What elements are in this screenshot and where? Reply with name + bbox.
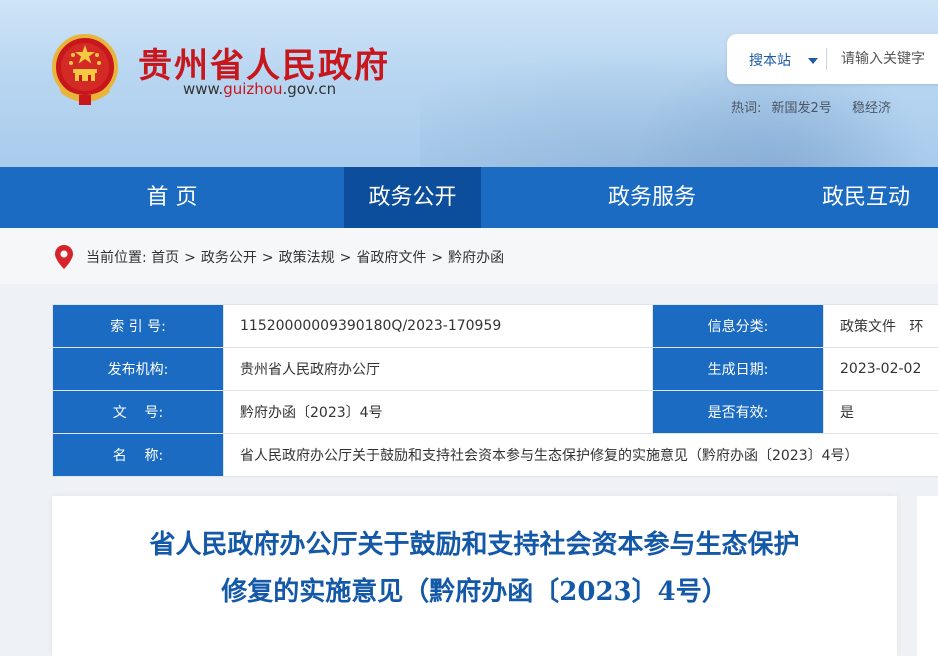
- hotword-link[interactable]: 稳经济: [852, 101, 891, 116]
- table-row: 文 号: 黔府办函〔2023〕4号 是否有效: 是: [53, 391, 938, 434]
- document-number-label: 文 号:: [53, 391, 224, 434]
- category-value: 政策文件 环: [824, 305, 938, 348]
- search-divider: [826, 48, 827, 70]
- index-number-value: 11520000009390180Q/2023-170959: [224, 305, 653, 348]
- breadcrumb-link-home[interactable]: 首页: [151, 250, 179, 266]
- breadcrumb-label: 当前位置:: [86, 250, 147, 266]
- date-value: 2023-02-02: [824, 348, 938, 391]
- nav-item-home[interactable]: 首 页: [52, 167, 292, 228]
- table-row: 发布机构: 贵州省人民政府办公厅 生成日期: 2023-02-02: [53, 348, 938, 391]
- article-title: 省人民政府办公厅关于鼓励和支持社会资本参与生态保护 修复的实施意见（黔府办函〔2…: [92, 522, 857, 616]
- breadcrumb-link-qianfubanhan[interactable]: 黔府办函: [448, 250, 504, 266]
- hotword-link[interactable]: 新国发2号: [772, 101, 832, 116]
- site-url[interactable]: www.guizhou.gov.cn: [183, 80, 336, 98]
- document-number-value: 黔府办函〔2023〕4号: [224, 391, 653, 434]
- article-title-line-2: 修复的实施意见（黔府办函〔2023〕4号）: [92, 569, 857, 616]
- nav-item-public-interaction[interactable]: 政民互动: [822, 167, 938, 228]
- document-info-table: 索 引 号: 11520000009390180Q/2023-170959 信息…: [52, 304, 938, 477]
- publisher-label: 发布机构:: [53, 348, 224, 391]
- breadcrumb-separator: >: [340, 250, 352, 266]
- breadcrumb-link-policies[interactable]: 政策法规: [279, 250, 335, 266]
- table-row: 索 引 号: 11520000009390180Q/2023-170959 信息…: [53, 305, 938, 348]
- breadcrumb-bar: 当前位置: 首页>政务公开>政策法规>省政府文件>黔府办函: [0, 228, 938, 284]
- article-card: 省人民政府办公厅关于鼓励和支持社会资本参与生态保护 修复的实施意见（黔府办函〔2…: [52, 496, 897, 656]
- breadcrumb: 当前位置: 首页>政务公开>政策法规>省政府文件>黔府办函: [86, 247, 504, 267]
- site-header: 贵州省人民政府 www.guizhou.gov.cn 搜本站 热词: 新国发2号…: [0, 0, 938, 167]
- hotwords-label: 热词:: [731, 101, 761, 116]
- search-box: 搜本站: [727, 34, 938, 84]
- category-label: 信息分类:: [653, 305, 824, 348]
- chevron-down-icon[interactable]: [808, 58, 818, 64]
- breadcrumb-separator: >: [184, 250, 196, 266]
- table-row: 名 称: 省人民政府办公厅关于鼓励和支持社会资本参与生态保护修复的实施意见（黔府…: [53, 434, 938, 477]
- nav-item-government-services[interactable]: 政务服务: [532, 167, 772, 228]
- index-number-label: 索 引 号:: [53, 305, 224, 348]
- publisher-value: 贵州省人民政府办公厅: [224, 348, 653, 391]
- date-label: 生成日期:: [653, 348, 824, 391]
- validity-value: 是: [824, 391, 938, 434]
- site-url-suffix: .gov.cn: [282, 80, 336, 98]
- validity-label: 是否有效:: [653, 391, 824, 434]
- article-title-line-1: 省人民政府办公厅关于鼓励和支持社会资本参与生态保护: [92, 522, 857, 569]
- breadcrumb-separator: >: [262, 250, 274, 266]
- breadcrumb-link-government-affairs-open[interactable]: 政务公开: [201, 250, 257, 266]
- site-url-prefix: www.: [183, 80, 223, 98]
- breadcrumb-link-provincial-documents[interactable]: 省政府文件: [356, 250, 426, 266]
- search-input[interactable]: [835, 46, 938, 72]
- site-url-highlight: guizhou: [223, 80, 282, 98]
- search-scope-dropdown[interactable]: 搜本站: [749, 50, 791, 70]
- location-pin-icon: [55, 245, 73, 269]
- hotwords: 热词: 新国发2号 稳经济: [731, 97, 907, 116]
- sidebar-card: [917, 496, 938, 656]
- document-name-value: 省人民政府办公厅关于鼓励和支持社会资本参与生态保护修复的实施意见（黔府办函〔20…: [224, 434, 938, 477]
- document-name-label: 名 称:: [53, 434, 224, 477]
- nav-item-government-affairs-open[interactable]: 政务公开: [344, 167, 481, 228]
- main-nav: 首 页 政务公开 政务服务 政民互动: [0, 167, 938, 228]
- national-emblem-icon[interactable]: [49, 33, 121, 109]
- breadcrumb-separator: >: [431, 250, 443, 266]
